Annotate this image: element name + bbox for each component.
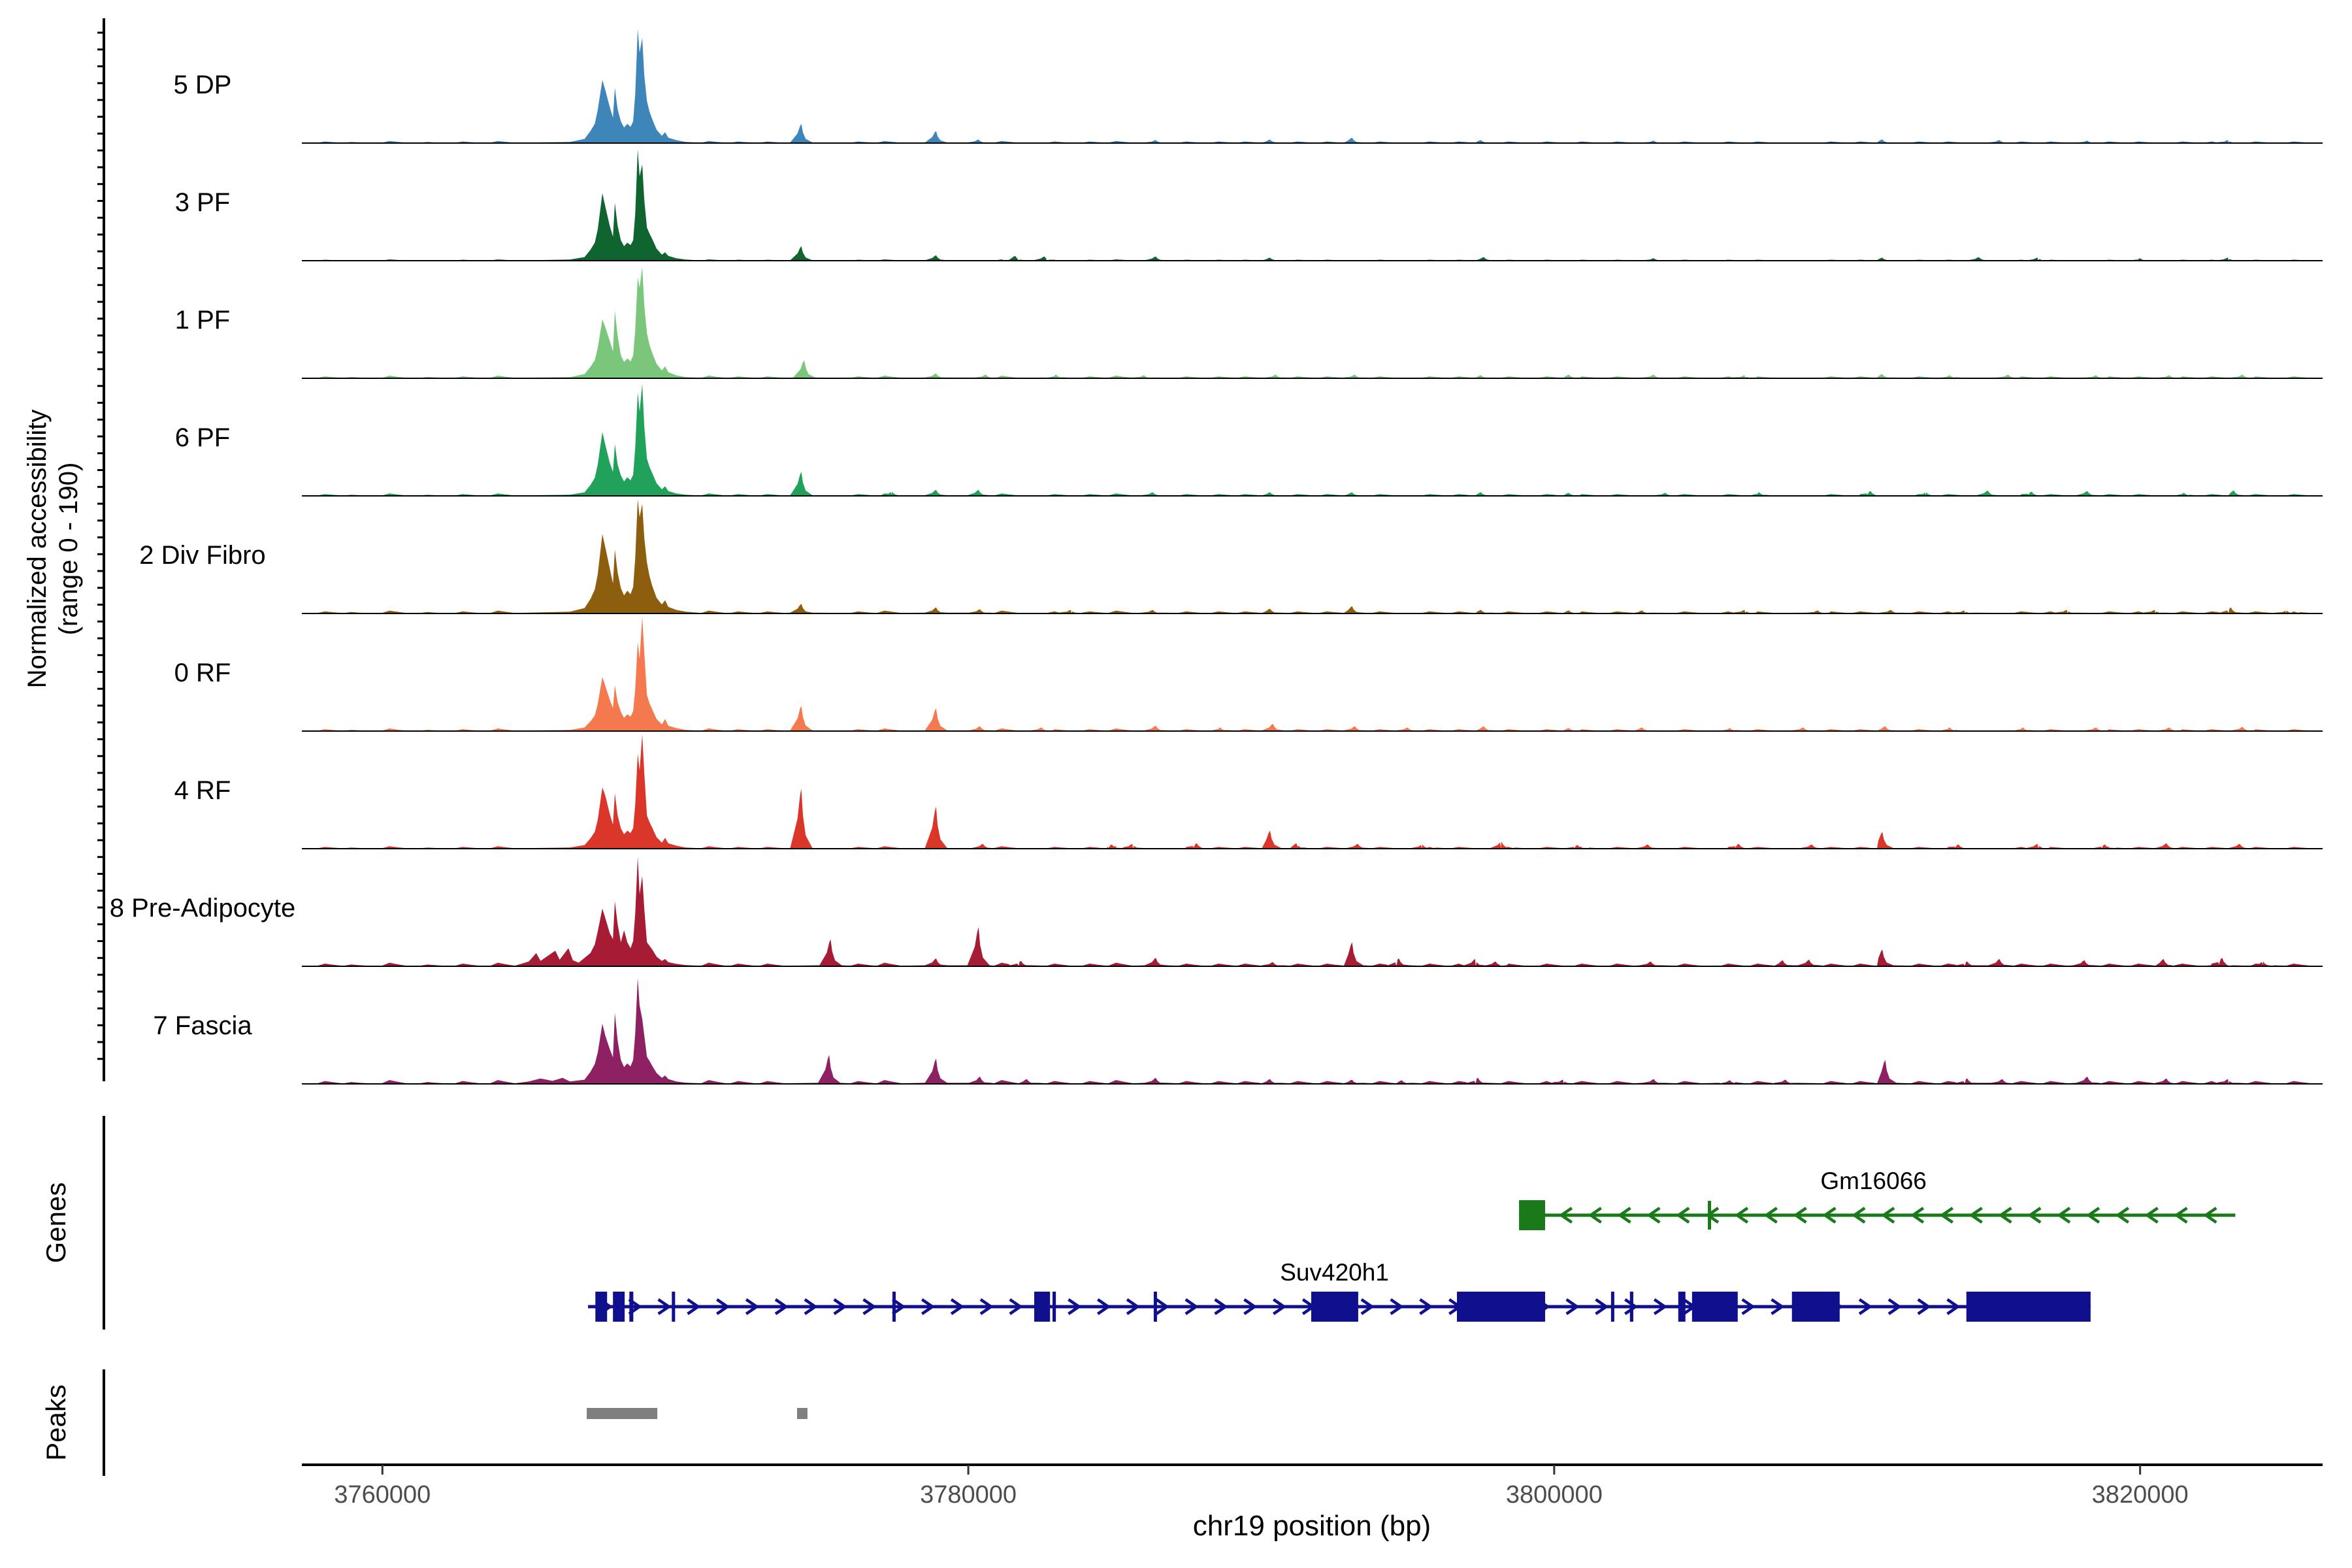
exon-box	[1967, 1292, 2091, 1322]
track-label: 4 RF	[174, 776, 231, 805]
track-label: 0 RF	[174, 659, 231, 687]
track-label: 2 Div Fibro	[139, 541, 265, 570]
peaks-section-label: Peaks	[41, 1384, 71, 1461]
exon-box	[672, 1292, 675, 1322]
signal-area	[302, 734, 2323, 849]
signal-area	[302, 857, 2323, 966]
x-axis-title: chr19 position (bp)	[1193, 1510, 1431, 1542]
exon-box	[1678, 1292, 1686, 1322]
y-axis-title-line1: Normalized accessibility	[23, 410, 52, 689]
called-peak-bar	[587, 1408, 657, 1419]
track-label: 8 Pre-Adipocyte	[110, 894, 296, 923]
track-label: 5 DP	[174, 71, 232, 99]
signal-area	[302, 499, 2323, 613]
track-row-4-rf: 4 RF	[174, 734, 2323, 849]
signal-area	[302, 617, 2323, 731]
track-row-2-div-fibro: 2 Div Fibro	[139, 499, 2323, 613]
x-axis-tick-label: 3800000	[1506, 1481, 1603, 1509]
signal-area	[302, 29, 2323, 143]
gene-gm16066: Gm16066	[1519, 1168, 2235, 1230]
called-peak-bar	[797, 1408, 808, 1419]
exon-box	[892, 1292, 896, 1322]
track-label: 6 PF	[175, 423, 230, 452]
exon-box	[1154, 1292, 1157, 1322]
track-label: 7 Fascia	[153, 1011, 252, 1040]
track-row-0-rf: 0 RF	[174, 617, 2323, 731]
exon-box	[629, 1292, 633, 1322]
track-row-3-pf: 3 PF	[175, 150, 2323, 261]
x-axis-tick-label: 3760000	[334, 1481, 431, 1509]
track-row-8-pre-adipocyte: 8 Pre-Adipocyte	[110, 857, 2323, 966]
y-axis-title-line2: (range 0 - 190)	[54, 463, 83, 636]
exon-box	[1611, 1292, 1614, 1322]
track-row-7-fascia: 7 Fascia	[153, 978, 2323, 1084]
accessibility-tracks-chart: 5 DP 3 PF 1 PF 6 PF 2 Div Fibro 0 RF 4 RF 8 Pre…	[0, 0, 2352, 1568]
genes-section-label: Genes	[41, 1183, 71, 1264]
exon-box	[1311, 1292, 1358, 1322]
signal-area	[302, 978, 2323, 1084]
track-row-6-pf: 6 PF	[175, 384, 2323, 496]
exon-box	[613, 1292, 625, 1322]
exon-box	[1792, 1292, 1840, 1322]
exon-box	[1692, 1292, 1738, 1322]
exon-box	[595, 1292, 607, 1322]
exon-box	[1457, 1292, 1545, 1322]
track-row-1-pf: 1 PF	[175, 267, 2323, 378]
gene-name-label: Suv420h1	[1280, 1259, 1389, 1286]
exon-boundary-tick	[1708, 1201, 1711, 1230]
track-row-5-dp: 5 DP	[174, 29, 2323, 143]
gene-suv420h1: Suv420h1	[588, 1259, 2091, 1322]
exon-box	[1519, 1200, 1545, 1230]
signal-area	[302, 384, 2323, 496]
signal-area	[302, 150, 2323, 261]
genome-accessibility-figure: 5 DP 3 PF 1 PF 6 PF 2 Div Fibro 0 RF 4 RF 8 Pre…	[0, 0, 2352, 1568]
x-axis-tick-label: 3780000	[920, 1481, 1017, 1509]
exon-box	[1053, 1292, 1056, 1322]
signal-area	[302, 267, 2323, 378]
x-axis-tick-label: 3820000	[2092, 1481, 2189, 1509]
track-label: 3 PF	[175, 188, 230, 217]
gene-name-label: Gm16066	[1820, 1168, 1927, 1194]
track-label: 1 PF	[175, 306, 230, 335]
exon-box	[1630, 1292, 1633, 1322]
exon-box	[1034, 1292, 1050, 1322]
